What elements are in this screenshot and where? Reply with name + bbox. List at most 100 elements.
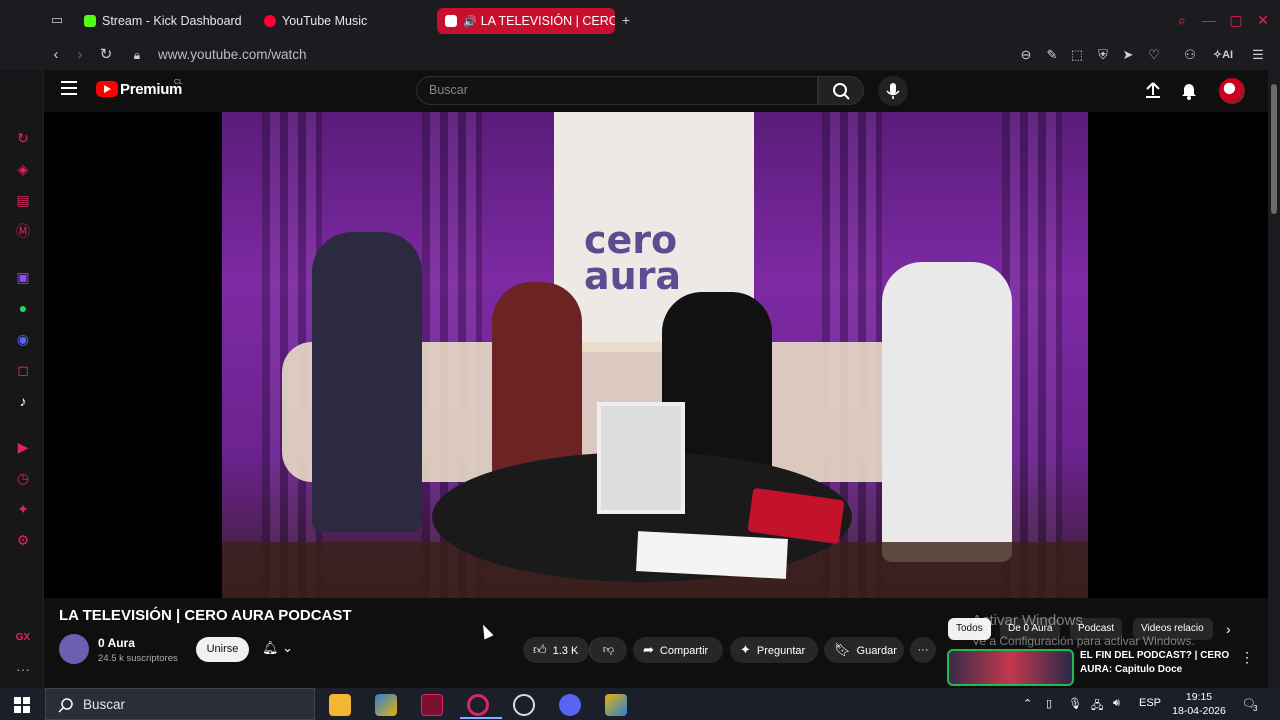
pin-icon[interactable]: ✎: [1043, 45, 1061, 65]
back-icon[interactable]: ‹: [46, 45, 66, 65]
search-input[interactable]: [417, 77, 817, 103]
app-icon-2[interactable]: [605, 694, 627, 716]
youtube-logo-icon[interactable]: [96, 81, 118, 97]
search-icon: [833, 83, 850, 100]
heart-icon[interactable]: ♡: [1145, 45, 1163, 65]
zoom-icon[interactable]: ⊖: [1017, 45, 1035, 65]
join-button[interactable]: Unirse: [196, 637, 249, 662]
like-button[interactable]: 👍︎ 1.3 K: [523, 637, 589, 663]
youtube-premium-logo[interactable]: Premium: [120, 81, 182, 98]
settings-icon[interactable]: ⚙: [12, 529, 34, 551]
snapshot-icon[interactable]: ⬚: [1068, 45, 1086, 65]
file-explorer-icon[interactable]: [329, 694, 351, 716]
windows-start-icon[interactable]: [14, 697, 30, 713]
search-icon: [58, 698, 73, 713]
app-icon[interactable]: [375, 694, 397, 716]
channel-avatar[interactable]: [59, 634, 89, 664]
chevron-down-icon: ⌄: [282, 640, 294, 655]
notifications-button[interactable]: [1179, 80, 1199, 100]
scrollbar-thumb[interactable]: [1271, 84, 1277, 214]
close-window-icon[interactable]: ✕: [1253, 10, 1273, 30]
speed-dial-icon[interactable]: ↻: [12, 127, 34, 149]
clock[interactable]: 19:15 18-04-2026: [1172, 690, 1226, 718]
tray-chevron-icon[interactable]: ⌃: [1023, 697, 1032, 710]
messenger-m-icon[interactable]: Ⓜ: [12, 220, 34, 242]
ask-button[interactable]: ✦ Preguntar: [730, 637, 818, 663]
opera-gx-icon[interactable]: [460, 694, 502, 719]
thumbs-up-icon: 👍︎: [533, 642, 547, 657]
forward-icon[interactable]: ›: [70, 45, 90, 65]
recommended-more-icon[interactable]: ⋮: [1240, 649, 1254, 666]
subscription-bell-button[interactable]: 🔔︎ ⌄: [262, 640, 306, 660]
twitch-icon[interactable]: ▣: [12, 266, 34, 288]
obs-icon[interactable]: [513, 694, 535, 716]
tab-youtube-music[interactable]: YouTube Music: [264, 8, 384, 34]
channel-name[interactable]: 0 Aura: [98, 636, 135, 650]
url-field[interactable]: www.youtube.com/watch: [158, 47, 307, 62]
recommended-thumbnail[interactable]: [947, 649, 1074, 686]
clock-time: 19:15: [1185, 691, 1213, 703]
user-avatar[interactable]: [1219, 78, 1245, 104]
tray-device-icon[interactable]: ▯: [1046, 697, 1052, 710]
tab-label: Stream - Kick Dashboard: [102, 14, 242, 28]
tab-kick[interactable]: Stream - Kick Dashboard: [84, 8, 244, 34]
save-button[interactable]: 🔖︎ Guardar: [824, 637, 904, 663]
app-vegas-icon[interactable]: [421, 694, 443, 716]
profile-icon[interactable]: ⚇: [1181, 45, 1199, 65]
language-indicator[interactable]: ESP: [1139, 697, 1161, 709]
more-actions-button[interactable]: ···: [910, 637, 936, 663]
tray-mic-icon[interactable]: 🎙︎: [1068, 697, 1082, 710]
tab-label: LA TELEVISIÓN | CERO: [480, 14, 615, 28]
lock-icon[interactable]: 🔒︎: [127, 45, 147, 65]
reload-icon[interactable]: ↻: [96, 45, 116, 65]
video-frame: cero aura: [222, 112, 1088, 598]
share-button[interactable]: ➦ Compartir: [633, 637, 723, 663]
discord-icon[interactable]: ◉: [12, 328, 34, 350]
picture-frame: [597, 402, 685, 514]
instagram-icon[interactable]: ◻: [12, 359, 34, 381]
tiktok-icon[interactable]: ♪: [12, 390, 34, 412]
whatsapp-icon[interactable]: ●: [12, 297, 34, 319]
speaker-icon[interactable]: 🔊: [463, 15, 477, 28]
bell-icon: 🔔︎: [262, 640, 279, 655]
chevron-right-icon[interactable]: ›: [1226, 621, 1231, 637]
volume-icon[interactable]: 🔊︎: [1113, 697, 1120, 710]
ai-button[interactable]: ✧AI: [1208, 45, 1238, 65]
network-icon[interactable]: 🖧︎: [1091, 697, 1103, 716]
crypto-wallet-icon[interactable]: ▤: [12, 189, 34, 211]
menu-icon[interactable]: [61, 81, 77, 95]
more-icon[interactable]: ···: [12, 658, 34, 680]
voice-search-button[interactable]: [878, 76, 908, 106]
minimize-icon[interactable]: —: [1199, 10, 1219, 30]
search-box: [416, 76, 818, 105]
activate-windows-hint: Ve a Configuración para activar Windows.: [972, 634, 1195, 648]
discord-icon[interactable]: [559, 694, 581, 716]
adblock-icon[interactable]: ⛨: [1094, 45, 1112, 65]
dislike-button[interactable]: 👎︎: [589, 637, 627, 663]
taskbar-search[interactable]: Buscar: [45, 688, 315, 720]
page-scrollbar[interactable]: [1268, 70, 1280, 688]
ai-assistant-icon[interactable]: ◈: [12, 158, 34, 180]
tab-search-icon[interactable]: ⌕: [1172, 10, 1192, 30]
upload-button[interactable]: [1143, 80, 1163, 100]
easy-setup-icon[interactable]: ☰: [1249, 45, 1267, 65]
new-tab-button[interactable]: +: [616, 10, 636, 30]
send-icon[interactable]: ➤: [1119, 45, 1137, 65]
workspaces-icon[interactable]: ▭: [47, 10, 67, 30]
player-icon[interactable]: ▶: [12, 436, 34, 458]
recommended-title[interactable]: EL FIN DEL PODCAST? | CERO AURA: Capitul…: [1080, 649, 1230, 677]
bookmark-icon: 🔖︎: [834, 642, 851, 657]
search-button[interactable]: [818, 76, 864, 105]
upload-icon: [1146, 82, 1160, 98]
history-icon[interactable]: ◷: [12, 467, 34, 489]
tab-label: YouTube Music: [282, 14, 368, 28]
video-player[interactable]: cero aura: [44, 112, 1268, 598]
thumbs-down-icon: 👎︎: [602, 644, 615, 656]
ai-sparkle-icon: ✧: [1212, 49, 1223, 61]
gx-icon[interactable]: GX: [12, 627, 34, 649]
maximize-icon[interactable]: ▢: [1226, 10, 1246, 30]
share-label: Compartir: [659, 645, 709, 657]
country-code: CL: [174, 79, 183, 86]
tab-youtube-active[interactable]: 🔊 LA TELEVISIÓN | CERO: [437, 8, 615, 34]
extensions-icon[interactable]: ✦: [12, 498, 34, 520]
